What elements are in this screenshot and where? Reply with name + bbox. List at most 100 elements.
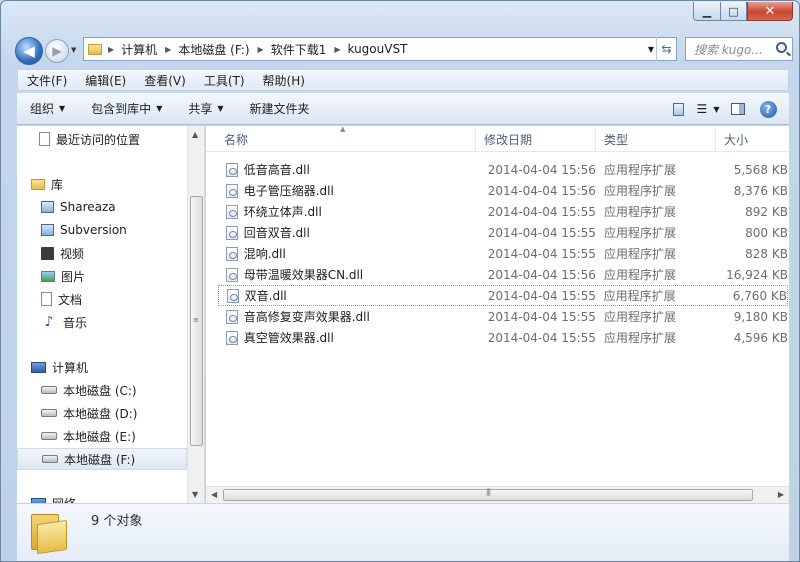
address-dropdown-icon[interactable]: ▼	[648, 45, 654, 54]
scroll-up-icon[interactable]: ▲	[192, 130, 198, 139]
view-icon	[672, 102, 684, 116]
table-row[interactable]: 真空管效果器.dll 2014-04-04 15:55 应用程序扩展 4,596 KB	[218, 327, 788, 348]
column-name[interactable]: ▲ 名称	[206, 126, 476, 152]
file-date: 2014-04-04 15:56	[487, 267, 596, 282]
sidebar-item-drive-f[interactable]: 本地磁盘 (F:)	[17, 448, 187, 470]
menu-file[interactable]: 文件(F)	[18, 72, 76, 89]
search-placeholder: 搜索 kugo...	[694, 42, 763, 57]
include-library-button[interactable]: 包含到库中 ▼	[78, 100, 175, 117]
file-name: 双音.dll	[244, 289, 287, 303]
address-bar[interactable]: ▶ 计算机 ▶ 本地磁盘 (F:) ▶ 软件下载1 ▶ kugouVST ▼ ⇆	[83, 37, 677, 61]
table-row[interactable]: 低音高音.dll 2014-04-04 15:56 应用程序扩展 5,568 KB	[218, 159, 788, 180]
breadcrumb-drive-f[interactable]: 本地磁盘 (F:)	[178, 41, 249, 58]
sidebar-item-subversion[interactable]: Subversion	[41, 219, 204, 241]
table-row[interactable]: 电子管压缩器.dll 2014-04-04 15:56 应用程序扩展 8,376 KB	[218, 180, 788, 201]
sidebar-item-shareaza[interactable]: Shareaza	[41, 196, 204, 218]
table-row[interactable]: 环绕立体声.dll 2014-04-04 15:55 应用程序扩展 892 KB	[218, 201, 788, 222]
help-button[interactable]: ?	[757, 99, 779, 119]
sidebar-item-drive-c[interactable]: 本地磁盘 (C:)	[41, 379, 204, 401]
breadcrumb-separator-icon[interactable]: ▶	[108, 45, 114, 54]
chevron-down-icon: ▼	[59, 104, 66, 113]
recent-pages-button[interactable]: ▼	[71, 46, 76, 54]
change-view-button[interactable]	[667, 99, 689, 119]
library-icon	[31, 178, 45, 190]
sidebar-item-library[interactable]: 库	[31, 173, 201, 195]
share-label: 共享	[188, 102, 213, 116]
scroll-left-icon[interactable]: ◀	[211, 490, 217, 499]
sidebar-item-label: 文档	[58, 292, 83, 307]
sidebar-item-pictures[interactable]: 图片	[41, 265, 204, 287]
column-type[interactable]: 类型	[596, 126, 716, 152]
sidebar-item-recent[interactable]: 最近访问的位置	[39, 128, 204, 150]
computer-icon	[31, 361, 46, 373]
search-input[interactable]: 搜索 kugo...	[685, 37, 793, 61]
breadcrumb-computer[interactable]: 计算机	[121, 41, 157, 58]
breadcrumb-separator-icon[interactable]: ▶	[258, 45, 264, 54]
back-button[interactable]: ◀	[15, 37, 43, 65]
include-library-label: 包含到库中	[91, 102, 152, 116]
refresh-button[interactable]: ⇆	[656, 37, 676, 61]
column-date[interactable]: 修改日期	[476, 126, 596, 152]
refresh-icon: ⇆	[661, 42, 672, 56]
file-date: 2014-04-04 15:56	[487, 162, 596, 177]
organize-button[interactable]: 组织 ▼	[17, 100, 78, 117]
share-button[interactable]: 共享 ▼	[175, 100, 236, 117]
sidebar-item-drive-d[interactable]: 本地磁盘 (D:)	[41, 402, 204, 424]
file-type: 应用程序扩展	[603, 247, 676, 261]
dll-file-icon	[226, 246, 238, 261]
breadcrumb-separator-icon[interactable]: ▶	[165, 45, 171, 54]
file-name: 音高修复变声效果器.dll	[243, 310, 370, 324]
preview-pane-icon	[731, 103, 745, 115]
sidebar-item-label: 本地磁盘 (E:)	[63, 429, 136, 444]
file-type: 应用程序扩展	[603, 163, 676, 177]
sidebar-item-computer[interactable]: 计算机	[31, 356, 201, 378]
file-name: 混响.dll	[243, 247, 286, 261]
column-size[interactable]: 大小	[716, 126, 789, 152]
close-button[interactable]: ✕	[747, 2, 793, 21]
file-name: 电子管压缩器.dll	[243, 184, 334, 198]
menu-help[interactable]: 帮助(H)	[254, 72, 314, 89]
command-bar-right: ☰ ▼ ?	[659, 99, 779, 119]
scroll-right-icon[interactable]: ▶	[778, 490, 784, 499]
table-row[interactable]: 混响.dll 2014-04-04 15:55 应用程序扩展 828 KB	[218, 243, 788, 264]
view-options-button[interactable]: ☰ ▼	[697, 99, 720, 119]
minimize-button[interactable]: ▁	[693, 2, 720, 21]
sidebar-item-drive-e[interactable]: 本地磁盘 (E:)	[41, 425, 204, 447]
hard-drive-icon	[41, 432, 57, 440]
sort-ascending-icon: ▲	[340, 126, 346, 133]
sidebar-scrollbar[interactable]: ▲ ≡ ▼	[187, 126, 204, 503]
menu-bar: 文件(F) 编辑(E) 查看(V) 工具(T) 帮助(H)	[17, 69, 789, 91]
menu-view[interactable]: 查看(V)	[135, 72, 195, 89]
file-type: 应用程序扩展	[603, 226, 676, 240]
menu-tools[interactable]: 工具(T)	[195, 72, 254, 89]
help-icon: ?	[759, 100, 777, 118]
sidebar-item-network[interactable]: 网络	[31, 492, 201, 503]
sidebar-item-videos[interactable]: 视频	[41, 242, 204, 264]
file-type: 应用程序扩展	[603, 331, 676, 345]
organize-label: 组织	[30, 102, 55, 116]
menu-edit[interactable]: 编辑(E)	[76, 72, 135, 89]
details-pane: 9 个对象	[17, 503, 789, 561]
sidebar-item-music[interactable]: ♪ 音乐	[41, 311, 204, 333]
sidebar-item-label: 音乐	[63, 315, 88, 330]
maximize-button[interactable]: □	[720, 2, 747, 21]
breadcrumb-software-downloads[interactable]: 软件下载1	[271, 41, 327, 58]
file-type: 应用程序扩展	[603, 268, 676, 282]
scroll-down-icon[interactable]: ▼	[192, 490, 198, 499]
table-row[interactable]: 回音双音.dll 2014-04-04 15:55 应用程序扩展 800 KB	[218, 222, 788, 243]
preview-pane-button[interactable]	[727, 99, 749, 119]
breadcrumb-kugouvst[interactable]: kugouVST	[347, 42, 407, 56]
file-type: 应用程序扩展	[603, 289, 676, 303]
table-row[interactable]: 双音.dll 2014-04-04 15:55 应用程序扩展 6,760 KB	[218, 285, 788, 306]
horizontal-scrollbar[interactable]: ◀ ||| ▶	[206, 486, 789, 503]
table-row[interactable]: 母带温暖效果器CN.dll 2014-04-04 15:56 应用程序扩展 16,92…	[218, 264, 788, 285]
table-row[interactable]: 音高修复变声效果器.dll 2014-04-04 15:55 应用程序扩展 9,180…	[218, 306, 788, 327]
file-type: 应用程序扩展	[603, 184, 676, 198]
new-folder-button[interactable]: 新建文件夹	[237, 100, 323, 117]
breadcrumb-separator-icon[interactable]: ▶	[334, 45, 340, 54]
sidebar-item-label: 网络	[52, 495, 76, 504]
forward-button[interactable]: ▶	[45, 39, 69, 63]
sidebar-item-documents[interactable]: 文档	[41, 288, 204, 310]
sidebar-item-label: 库	[51, 177, 64, 192]
search-icon[interactable]	[776, 42, 787, 53]
